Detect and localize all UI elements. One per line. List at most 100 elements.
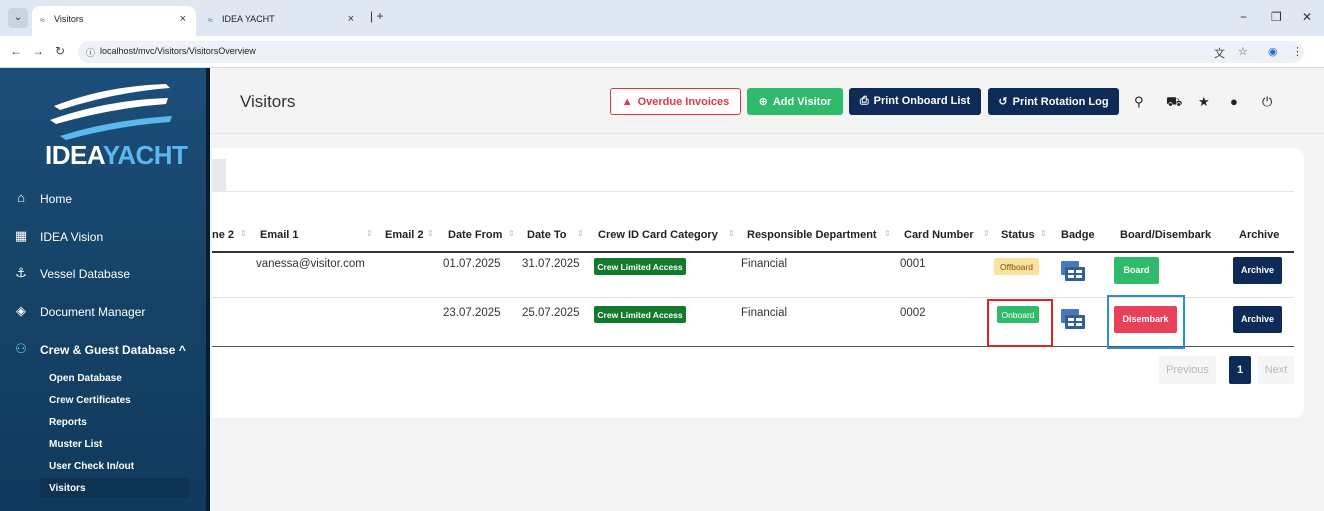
sort-icon[interactable]: ⇕ — [983, 229, 990, 238]
col-header-archive: Archive — [1239, 229, 1280, 241]
sidebar-subitem-user-check[interactable]: User Check In/out — [40, 456, 190, 476]
archive-button[interactable]: Archive — [1233, 306, 1282, 333]
id-badge-icon[interactable] — [1058, 259, 1086, 283]
sort-icon[interactable]: ⇕ — [366, 229, 373, 238]
sidebar-subitem-muster-list[interactable]: Muster List — [40, 434, 190, 454]
menu-kebab-icon[interactable]: ⋮ — [1292, 45, 1303, 58]
power-icon[interactable]: ⏻ — [1262, 94, 1272, 110]
sidebar-item-document-manager[interactable]: ◈ Document Manager — [0, 295, 206, 329]
col-header-badge: Badge — [1061, 229, 1095, 241]
cart-icon[interactable]: ⛟ — [1166, 94, 1182, 112]
close-tab-icon[interactable]: × — [348, 13, 354, 25]
cell-department: Financial — [741, 258, 788, 270]
print-onboard-list-button[interactable]: ⎙ Print Onboard List — [849, 88, 981, 115]
sidebar-item-home[interactable]: ⌂ Home — [0, 182, 206, 216]
archive-button[interactable]: Archive — [1233, 257, 1282, 284]
overdue-invoices-button[interactable]: ▲ Overdue Invoices — [610, 88, 741, 115]
sidebar-subitem-crew-certificates[interactable]: Crew Certificates — [40, 390, 190, 410]
users-icon: ⚇ — [15, 341, 27, 356]
sort-icon[interactable]: ⇕ — [427, 229, 434, 238]
close-window-icon[interactable]: ✕ — [1302, 10, 1312, 24]
close-tab-icon[interactable]: × — [180, 13, 186, 25]
sidebar-item-vessel-database[interactable]: ⚓ Vessel Database — [0, 257, 206, 291]
user-icon[interactable]: ● — [1230, 94, 1238, 109]
sort-icon[interactable]: ⇕ — [577, 229, 584, 238]
anchor-icon: ⚓ — [15, 265, 27, 280]
divider — [212, 191, 1294, 192]
url-text: localhost/mvc/Visitors/VisitorsOverview — [100, 46, 256, 56]
add-visitor-button[interactable]: ⊕ Add Visitor — [747, 88, 843, 115]
sort-icon[interactable]: ⇕ — [508, 229, 515, 238]
sidebar-subitem-visitors[interactable]: Visitors — [40, 478, 190, 498]
logo-wordmark: IDEAYACHT — [45, 140, 188, 170]
category-badge: Crew Limited Access — [594, 258, 686, 275]
sort-icon[interactable]: ⇕ — [728, 229, 735, 238]
pagination-page-1[interactable]: 1 — [1229, 356, 1251, 384]
print-rotation-log-button[interactable]: ↺ Print Rotation Log — [988, 88, 1119, 115]
star-icon[interactable]: ★ — [1198, 94, 1210, 110]
col-header-responsible-department[interactable]: Responsible Department — [747, 229, 877, 241]
translate-icon[interactable]: 文 — [1214, 45, 1225, 61]
site-info-icon[interactable]: ⓘ — [86, 46, 95, 59]
sort-icon[interactable]: ⇕ — [884, 229, 891, 238]
cell-date-from: 01.07.2025 — [443, 258, 501, 270]
sidebar-item-idea-vision[interactable]: ▦ IDEA Vision — [0, 220, 206, 254]
calendar-icon: ▦ — [14, 228, 28, 243]
reload-icon[interactable]: ↻ — [55, 44, 65, 58]
cell-date-from: 23.07.2025 — [443, 307, 501, 319]
printer-icon: ⎙ — [859, 95, 869, 107]
yacht-logo-icon — [50, 84, 172, 140]
url-field[interactable]: ⓘ localhost/mvc/Visitors/VisitorsOvervie… — [78, 41, 1304, 63]
browser-tab-bar: ⌄ ≈ Visitors × ≈ IDEA YACHT × | + − ❐ ✕ — [0, 0, 1324, 36]
sidebar-subitem-reports[interactable]: Reports — [40, 412, 190, 432]
cell-department: Financial — [741, 307, 788, 319]
browser-tab-ideayacht[interactable]: ≈ IDEA YACHT × — [200, 6, 364, 36]
page-header: Visitors ▲ Overdue Invoices ⊕ Add Visitor … — [210, 68, 1324, 134]
home-icon: ⌂ — [17, 190, 25, 205]
layers-icon: ◈ — [16, 303, 26, 318]
pagination-next-button[interactable]: Next — [1258, 356, 1294, 384]
back-icon[interactable]: ← — [10, 44, 22, 58]
pagination-previous-button[interactable]: Previous — [1159, 356, 1216, 384]
sidebar: IDEAYACHT ⌂ Home ▦ IDEA Vision ⚓ Vessel … — [0, 68, 206, 511]
tab-title: IDEA YACHT — [222, 14, 275, 24]
sort-icon[interactable]: ⇕ — [240, 229, 247, 238]
board-button[interactable]: Board — [1114, 257, 1159, 284]
card-tab[interactable] — [212, 159, 226, 191]
browser-tab-visitors[interactable]: ≈ Visitors × — [32, 6, 196, 36]
sidebar-item-crew-guest-database[interactable]: ⚇ Crew & Guest Database ^ — [0, 333, 206, 367]
cell-date-to: 25.07.2025 — [522, 307, 580, 319]
col-header-status[interactable]: Status — [1001, 229, 1035, 241]
address-toolbar: ← → ↻ ⓘ localhost/mvc/Visitors/VisitorsO… — [0, 36, 1324, 68]
plus-circle-icon: ⊕ — [758, 96, 768, 108]
bookmark-star-icon[interactable]: ☆ — [1238, 45, 1248, 58]
sidebar-resize-handle[interactable] — [206, 68, 210, 511]
col-header-email-2[interactable]: Email 2 — [385, 229, 424, 241]
col-header-date-from[interactable]: Date From — [448, 229, 502, 241]
yacht-favicon-icon: ≈ — [208, 15, 213, 25]
tab-title: Visitors — [54, 14, 84, 24]
status-highlight-box — [987, 299, 1053, 347]
warning-icon: ▲ — [621, 96, 633, 108]
col-header-phone-2[interactable]: ne 2 — [212, 229, 234, 241]
sort-icon[interactable]: ⇕ — [1040, 229, 1047, 238]
yacht-favicon-icon: ≈ — [40, 15, 45, 25]
tab-list-dropdown-icon[interactable]: ⌄ — [8, 8, 28, 28]
sidebar-subitem-open-database[interactable]: Open Database — [40, 368, 190, 388]
col-header-date-to[interactable]: Date To — [527, 229, 567, 241]
restore-icon[interactable]: ❐ — [1271, 10, 1282, 24]
category-badge: Crew Limited Access — [594, 306, 686, 323]
id-badge-icon[interactable] — [1058, 307, 1086, 331]
new-tab-icon[interactable]: | + — [370, 9, 383, 23]
minimize-icon[interactable]: − — [1240, 10, 1247, 24]
search-icon[interactable]: ⚲ — [1134, 94, 1144, 110]
col-header-card-number[interactable]: Card Number — [904, 229, 974, 241]
table-header-divider — [212, 251, 1294, 253]
col-header-crew-id-card-category[interactable]: Crew ID Card Category — [598, 229, 718, 241]
profile-icon[interactable]: ◉ — [1268, 45, 1278, 58]
col-header-email-1[interactable]: Email 1 — [260, 229, 299, 241]
forward-icon[interactable]: → — [32, 44, 44, 58]
status-badge: Offboard — [994, 258, 1039, 275]
disembark-highlight-box — [1107, 295, 1185, 349]
col-header-board-disembark: Board/Disembark — [1120, 229, 1212, 241]
